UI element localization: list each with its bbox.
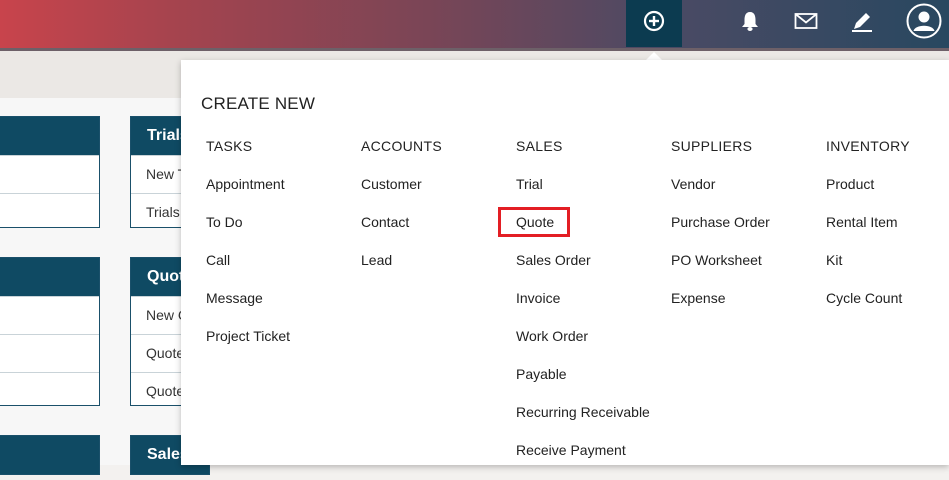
- create-new-button[interactable]: [626, 0, 682, 47]
- menu-item-expense[interactable]: Expense: [671, 290, 770, 328]
- card-header: [0, 117, 99, 155]
- menu-item-recurring-receivable[interactable]: Recurring Receivable: [516, 404, 650, 442]
- dashboard-card: [0, 257, 100, 406]
- menu-item-payable[interactable]: Payable: [516, 366, 650, 404]
- menu-item-product[interactable]: Product: [826, 176, 910, 214]
- sales-header: SALES: [516, 138, 563, 154]
- accounts-column: ACCOUNTS Customer Contact Lead: [361, 138, 442, 290]
- menu-item-vendor[interactable]: Vendor: [671, 176, 770, 214]
- create-new-menu: CREATE NEW TASKS Appointment To Do Call …: [181, 60, 949, 465]
- menu-item-message[interactable]: Message: [206, 290, 290, 328]
- messages-button[interactable]: [792, 0, 820, 46]
- user-menu-button[interactable]: [905, 0, 943, 46]
- card-row[interactable]: [0, 296, 99, 334]
- menu-item-kit[interactable]: Kit: [826, 252, 910, 290]
- user-icon: [906, 3, 942, 44]
- tasks-column: TASKS Appointment To Do Call Message Pro…: [206, 138, 290, 366]
- card-row[interactable]: [0, 372, 99, 410]
- dashboard-card: [0, 116, 100, 228]
- suppliers-column: SUPPLIERS Vendor Purchase Order PO Works…: [671, 138, 770, 328]
- inventory-header: INVENTORY: [826, 138, 910, 154]
- card-row[interactable]: [0, 193, 99, 231]
- tasks-header: TASKS: [206, 138, 253, 154]
- menu-item-purchase-order[interactable]: Purchase Order: [671, 214, 770, 252]
- inventory-column: INVENTORY Product Rental Item Kit Cycle …: [826, 138, 910, 328]
- dashboard-card: [0, 435, 100, 475]
- menu-item-sales-order[interactable]: Sales Order: [516, 252, 650, 290]
- menu-item-customer[interactable]: Customer: [361, 176, 442, 214]
- quote-highlight-box: [498, 207, 570, 237]
- card-row[interactable]: [0, 334, 99, 372]
- card-header: [0, 436, 99, 474]
- menu-item-appointment[interactable]: Appointment: [206, 176, 290, 214]
- notifications-button[interactable]: [736, 0, 764, 46]
- menu-item-call[interactable]: Call: [206, 252, 290, 290]
- card-row[interactable]: [0, 155, 99, 193]
- card-header: [0, 258, 99, 296]
- menu-item-cycle-count[interactable]: Cycle Count: [826, 290, 910, 328]
- menu-item-contact[interactable]: Contact: [361, 214, 442, 252]
- suppliers-header: SUPPLIERS: [671, 138, 753, 154]
- menu-item-invoice[interactable]: Invoice: [516, 290, 650, 328]
- menu-item-rental-item[interactable]: Rental Item: [826, 214, 910, 252]
- menu-item-lead[interactable]: Lead: [361, 252, 442, 290]
- accounts-header: ACCOUNTS: [361, 138, 442, 154]
- menu-item-receive-payment[interactable]: Receive Payment: [516, 442, 650, 480]
- menu-item-to-do[interactable]: To Do: [206, 214, 290, 252]
- plus-circle-icon: [643, 10, 665, 37]
- bell-icon: [738, 9, 762, 38]
- pencil-icon: [850, 9, 874, 38]
- compose-button[interactable]: [848, 0, 876, 46]
- create-new-title: CREATE NEW: [201, 94, 316, 113]
- mail-icon: [794, 12, 818, 35]
- menu-item-project-ticket[interactable]: Project Ticket: [206, 328, 290, 366]
- sales-column: SALES Trial Quote Sales Order Invoice Wo…: [516, 138, 650, 480]
- menu-item-po-worksheet[interactable]: PO Worksheet: [671, 252, 770, 290]
- menu-item-work-order[interactable]: Work Order: [516, 328, 650, 366]
